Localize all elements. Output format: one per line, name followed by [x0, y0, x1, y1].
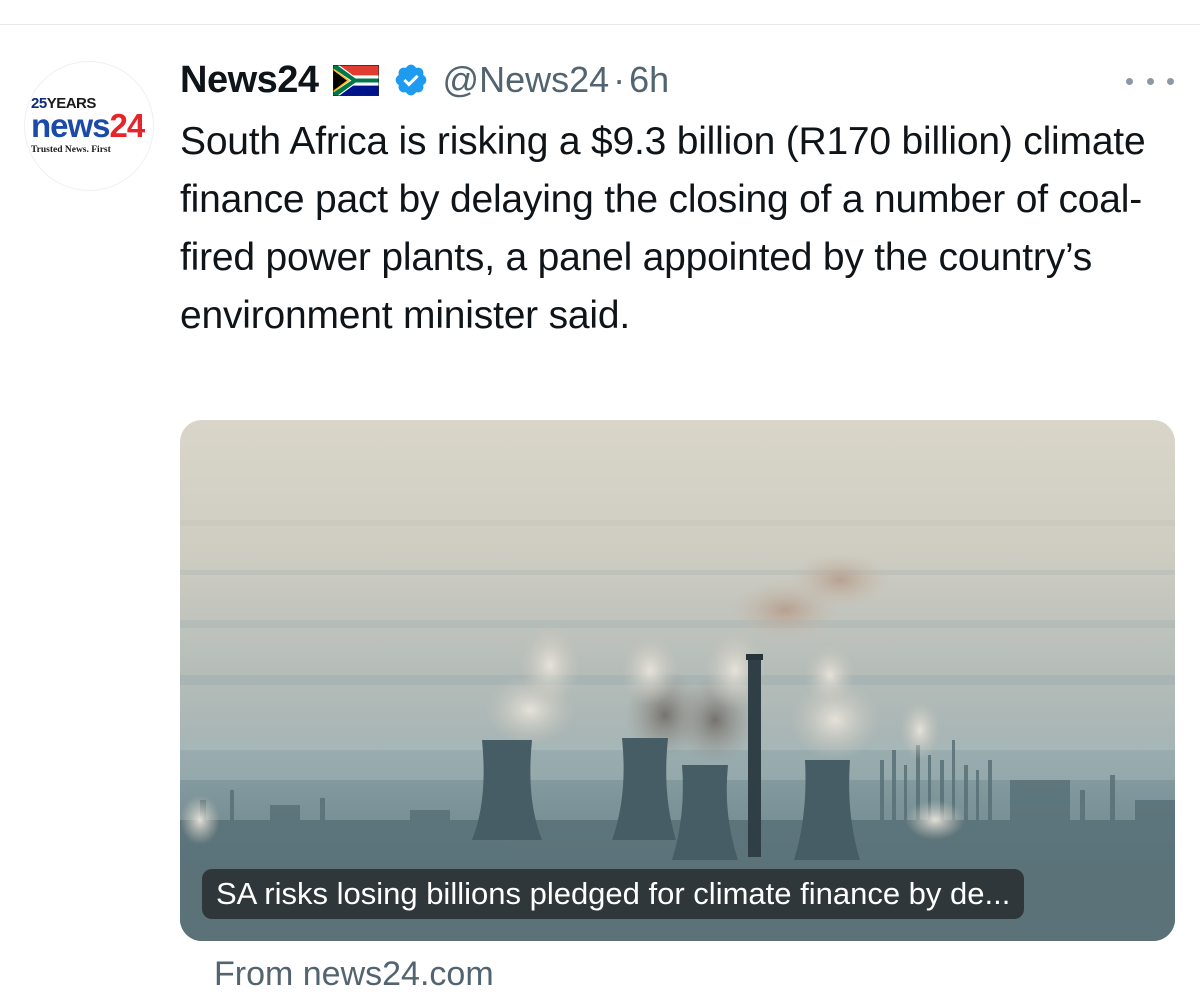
- timestamp[interactable]: 6h: [629, 59, 669, 101]
- more-dot-icon: [1146, 77, 1154, 85]
- verified-badge-icon: [395, 64, 426, 96]
- link-card[interactable]: SA risks losing billions pledged for cli…: [180, 420, 1175, 941]
- display-name[interactable]: News24: [180, 59, 319, 102]
- tweet[interactable]: 25YEARS news24 Trusted News. First News2…: [0, 25, 1200, 1006]
- tweet-header: News24 @News24 · 6h: [180, 55, 669, 105]
- link-card-caption[interactable]: SA risks losing billions pledged for cli…: [202, 869, 1025, 919]
- more-dot-icon: [1126, 77, 1133, 85]
- power-station-photo: [180, 420, 1175, 941]
- south-africa-flag-icon: [332, 64, 379, 96]
- link-source[interactable]: From news24.com: [214, 955, 494, 994]
- more-dot-icon: [1167, 77, 1174, 85]
- tweet-text: South Africa is risking a $9.3 billion (…: [180, 120, 1146, 337]
- handle[interactable]: @News24: [443, 59, 610, 101]
- avatar[interactable]: 25YEARS news24 Trusted News. First: [24, 61, 154, 191]
- separator: ·: [613, 59, 626, 100]
- more-options-button[interactable]: [1126, 73, 1174, 89]
- logo-wordmark: news24: [31, 107, 145, 144]
- handle-and-time: @News24 · 6h: [443, 59, 670, 101]
- logo-tagline: Trusted News. First: [31, 145, 111, 155]
